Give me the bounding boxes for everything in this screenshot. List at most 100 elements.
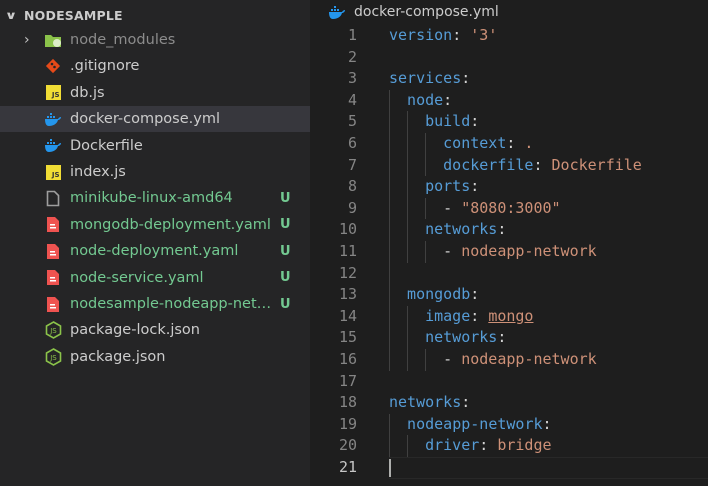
code-line[interactable]: 15 networks: [310, 327, 708, 349]
code-line[interactable]: 14 image: mongo [310, 305, 708, 328]
colon: : [470, 285, 480, 304]
code-line[interactable]: 6 context: . [310, 133, 708, 155]
code-line[interactable]: 3 services: [310, 68, 708, 90]
git-status-badge: U [280, 243, 291, 259]
file-name: minikube-linux-amd64 [70, 190, 233, 207]
tree-file[interactable]: mongodb-deployment.yaml U [0, 212, 310, 238]
tree-file[interactable]: nodesample-nodeapp-net… U [0, 291, 310, 317]
indent-guide [407, 197, 425, 220]
file-name: package-lock.json [70, 322, 200, 339]
tree-file[interactable]: JS index.js [0, 159, 310, 185]
code-line[interactable]: 16 - nodeapp-network [310, 349, 708, 371]
code-line[interactable]: 18 networks: [310, 392, 708, 414]
code-line[interactable]: 17 [310, 371, 708, 393]
tree-file[interactable]: node-deployment.yaml U [0, 238, 310, 264]
svg-text:JS: JS [49, 327, 57, 335]
yaml-icon [44, 242, 62, 260]
code-line[interactable]: 2 [310, 47, 708, 69]
code-line[interactable]: 11 - nodeapp-network [310, 241, 708, 263]
indent-guide [425, 241, 443, 263]
colon: : [542, 414, 552, 433]
line-number: 17 [338, 371, 357, 390]
tree-folder[interactable]: › node_modules [0, 27, 310, 53]
tree-file[interactable]: JS package-lock.json [0, 317, 310, 343]
indent-guide [389, 154, 407, 177]
js-icon: JS [44, 84, 62, 102]
indent-guide [425, 133, 443, 155]
line-number: 18 [338, 393, 357, 412]
yaml-value: nodeapp-network [461, 350, 597, 368]
yaml-key: context [443, 134, 507, 152]
yaml-key: driver [425, 436, 480, 455]
file-name: db.js [70, 84, 105, 101]
code-line[interactable]: 19 nodeapp-network: [310, 413, 708, 436]
tab-title: docker-compose.yml [354, 4, 499, 20]
yaml-key: version [389, 26, 453, 44]
tree-file[interactable]: JS package.json [0, 344, 310, 370]
indent-guide [407, 176, 425, 198]
tree-file[interactable]: Dockerfile [0, 133, 310, 159]
indent-guide [389, 176, 407, 198]
explorer-header[interactable]: ∨ NODESAMPLE [0, 0, 310, 30]
indent-guide [407, 111, 425, 133]
code-line[interactable]: 21 [310, 457, 708, 479]
line-number: 8 [347, 177, 357, 196]
code-line[interactable]: 20 driver: bridge [310, 435, 708, 457]
indent-guide [407, 133, 425, 155]
colon: : [461, 69, 471, 88]
colon: : [479, 436, 489, 455]
yaml-icon [44, 269, 62, 287]
nodejs-icon: JS [44, 321, 62, 340]
indent-guide [389, 349, 407, 371]
code-line[interactable]: 12 [310, 262, 708, 285]
git-status-badge: U [280, 217, 291, 233]
indent-guide [389, 284, 407, 306]
yaml-key: nodeapp-network [407, 414, 543, 433]
line-number: 13 [338, 285, 357, 304]
indent-guide [407, 305, 425, 328]
file-name: package.json [70, 348, 166, 365]
code-line[interactable]: 8 ports: [310, 176, 708, 198]
tree-file[interactable]: minikube-linux-amd64 U [0, 185, 310, 211]
indent-guide [389, 435, 407, 457]
line-number: 1 [347, 26, 357, 44]
yaml-key: node [407, 90, 444, 109]
yaml-value: bridge [497, 436, 552, 455]
chevron-down-icon: ∨ [4, 8, 18, 22]
colon: : [497, 328, 507, 347]
line-number: 15 [338, 328, 357, 347]
file-name: docker-compose.yml [70, 111, 220, 128]
editor-breadcrumb[interactable]: docker-compose.yml [328, 4, 499, 20]
indent-guide [407, 349, 425, 371]
code-line[interactable]: 9 - "8080:3000" [310, 197, 708, 220]
indent-guide [389, 305, 407, 328]
code-line[interactable]: 4 node: [310, 89, 708, 112]
tree-file[interactable]: JS db.js [0, 80, 310, 106]
indent-guide [389, 133, 407, 155]
line-number: 2 [347, 47, 357, 66]
code-line[interactable]: 7 dockerfile: Dockerfile [310, 154, 708, 177]
indent-guide [389, 89, 407, 112]
file-name: node_modules [70, 32, 176, 48]
code-line[interactable]: 13 mongodb: [310, 284, 708, 306]
text-cursor [389, 459, 391, 477]
colon: : [470, 177, 480, 196]
editor[interactable]: docker-compose.yml 1 version: '3' 2 3 servic… [310, 0, 708, 486]
tree-file[interactable]: node-service.yaml U [0, 265, 310, 291]
line-number: 4 [347, 90, 357, 109]
yaml-value: Dockerfile [551, 155, 642, 174]
indent-guide [389, 219, 407, 241]
yaml-value: nodeapp-network [461, 242, 597, 260]
code-line[interactable]: 1 version: '3' [310, 25, 708, 47]
tree-file[interactable]: docker-compose.yml [0, 106, 310, 133]
git-status-badge: U [280, 296, 291, 312]
explorer-sidebar: ∨ NODESAMPLE › node_modules .gitignore JS db… [0, 0, 310, 486]
line-number: 16 [338, 350, 357, 368]
code-line[interactable]: 10 networks: [310, 219, 708, 241]
yaml-value: '3' [470, 26, 498, 44]
file-name: nodesample-nodeapp-net… [70, 296, 272, 312]
indent-guide [389, 111, 407, 133]
code-line[interactable]: 5 build: [310, 111, 708, 133]
file-name: .gitignore [70, 58, 140, 75]
tree-file[interactable]: .gitignore [0, 53, 310, 79]
